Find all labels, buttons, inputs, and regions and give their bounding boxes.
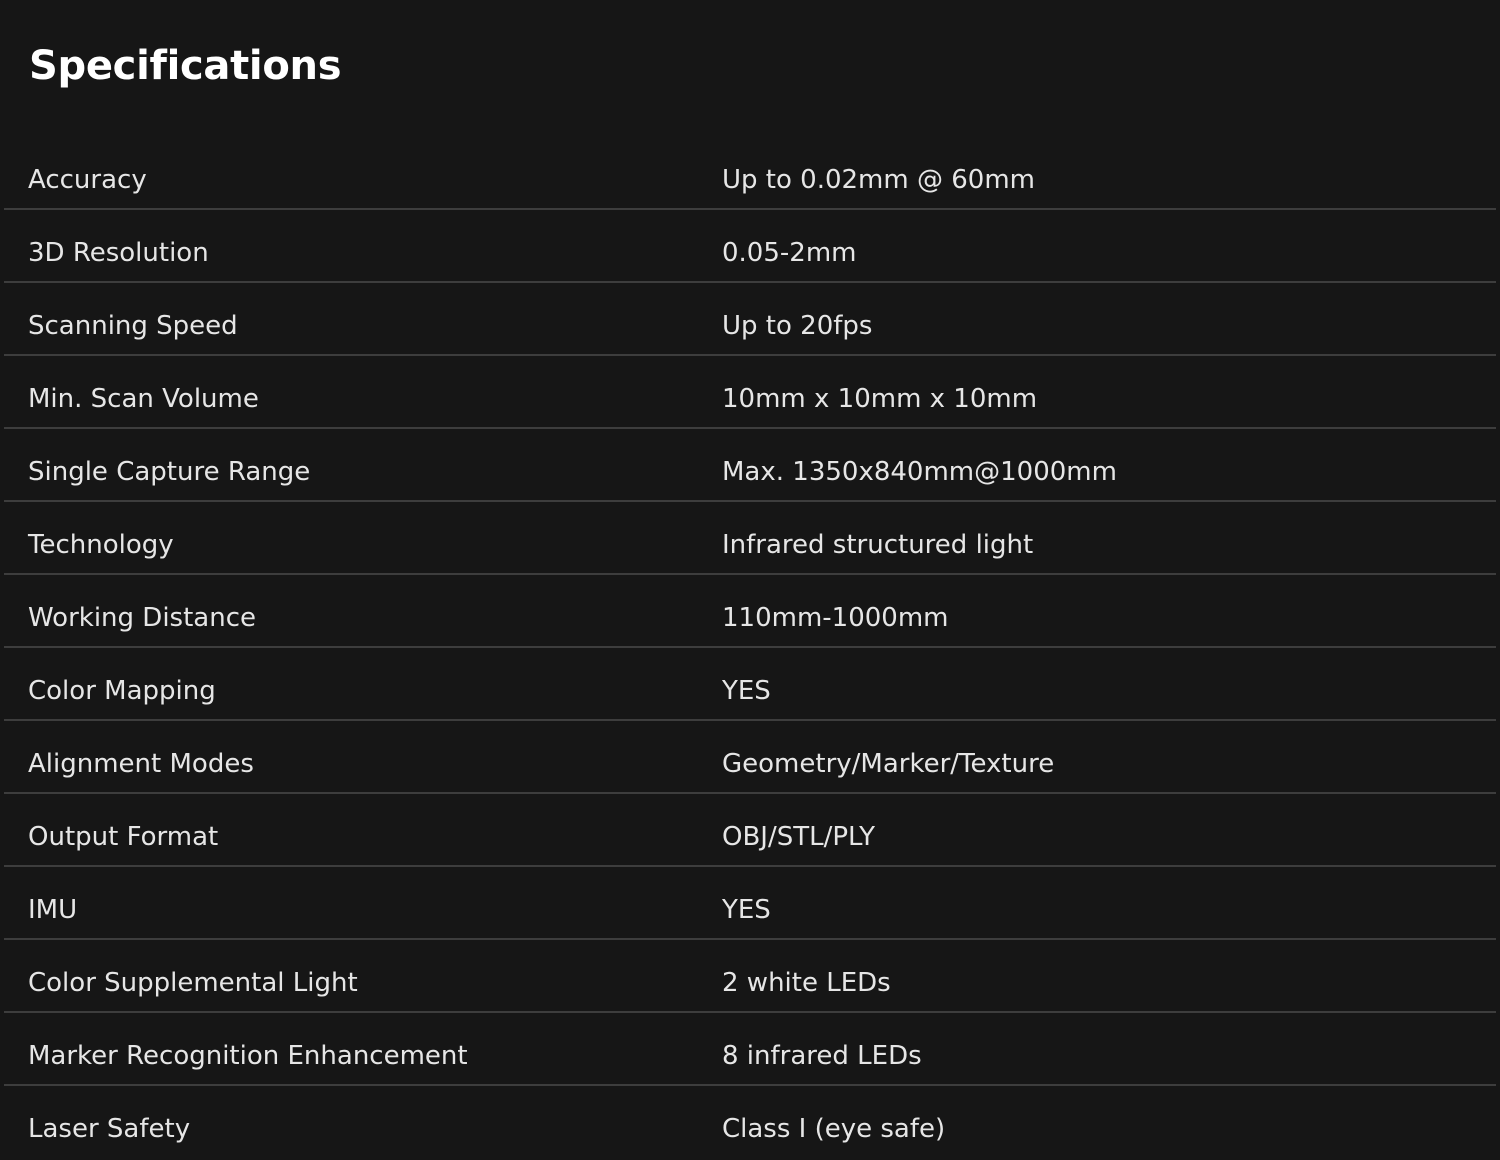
spec-label: Technology: [28, 530, 174, 560]
spec-value: Up to 20fps: [722, 311, 873, 341]
spec-value: 10mm x 10mm x 10mm: [722, 384, 1038, 414]
spec-value: 110mm-1000mm: [722, 603, 949, 633]
spec-label: Color Supplemental Light: [28, 968, 358, 998]
spec-value: YES: [722, 895, 771, 925]
spec-value: Up to 0.02mm @ 60mm: [722, 165, 1035, 195]
spec-row-marker-recognition-enhancement: Marker Recognition Enhancement 8 infrare…: [4, 1013, 1496, 1086]
spec-row-technology: Technology Infrared structured light: [4, 502, 1496, 575]
spec-label: Output Format: [28, 822, 219, 852]
spec-row-color-supplemental-light: Color Supplemental Light 2 white LEDs: [4, 940, 1496, 1013]
spec-label: Working Distance: [28, 603, 256, 633]
spec-value: 8 infrared LEDs: [722, 1041, 922, 1071]
spec-label: Color Mapping: [28, 676, 216, 706]
spec-row-single-capture-range: Single Capture Range Max. 1350x840mm@100…: [4, 429, 1496, 502]
spec-value: 2 white LEDs: [722, 968, 891, 998]
spec-value: Max. 1350x840mm@1000mm: [722, 457, 1117, 487]
spec-row-3d-resolution: 3D Resolution 0.05-2mm: [4, 210, 1496, 283]
spec-value: Class I (eye safe): [722, 1114, 946, 1144]
spec-label: Min. Scan Volume: [28, 384, 259, 414]
spec-row-accuracy: Accuracy Up to 0.02mm @ 60mm: [4, 137, 1496, 210]
spec-label: Alignment Modes: [28, 749, 254, 779]
spec-row-imu: IMU YES: [4, 867, 1496, 940]
spec-value: 0.05-2mm: [722, 238, 857, 268]
spec-table: Accuracy Up to 0.02mm @ 60mm 3D Resoluti…: [4, 137, 1496, 1159]
spec-row-laser-safety: Laser Safety Class I (eye safe): [4, 1086, 1496, 1159]
spec-label: Accuracy: [28, 165, 147, 195]
spec-label: Scanning Speed: [28, 311, 238, 341]
spec-label: Laser Safety: [28, 1114, 191, 1144]
spec-label: Marker Recognition Enhancement: [28, 1041, 468, 1071]
spec-value: YES: [722, 676, 771, 706]
spec-label: 3D Resolution: [28, 238, 209, 268]
spec-value: Geometry/Marker/Texture: [722, 749, 1055, 779]
spec-label: Single Capture Range: [28, 457, 311, 487]
spec-row-min-scan-volume: Min. Scan Volume 10mm x 10mm x 10mm: [4, 356, 1496, 429]
spec-row-scanning-speed: Scanning Speed Up to 20fps: [4, 283, 1496, 356]
spec-row-output-format: Output Format OBJ/STL/PLY: [4, 794, 1496, 867]
spec-value: Infrared structured light: [722, 530, 1034, 560]
spec-row-alignment-modes: Alignment Modes Geometry/Marker/Texture: [4, 721, 1496, 794]
spec-row-color-mapping: Color Mapping YES: [4, 648, 1496, 721]
spec-label: IMU: [28, 895, 78, 925]
page-title: Specifications: [29, 43, 342, 89]
spec-row-working-distance: Working Distance 110mm-1000mm: [4, 575, 1496, 648]
spec-value: OBJ/STL/PLY: [722, 822, 875, 852]
